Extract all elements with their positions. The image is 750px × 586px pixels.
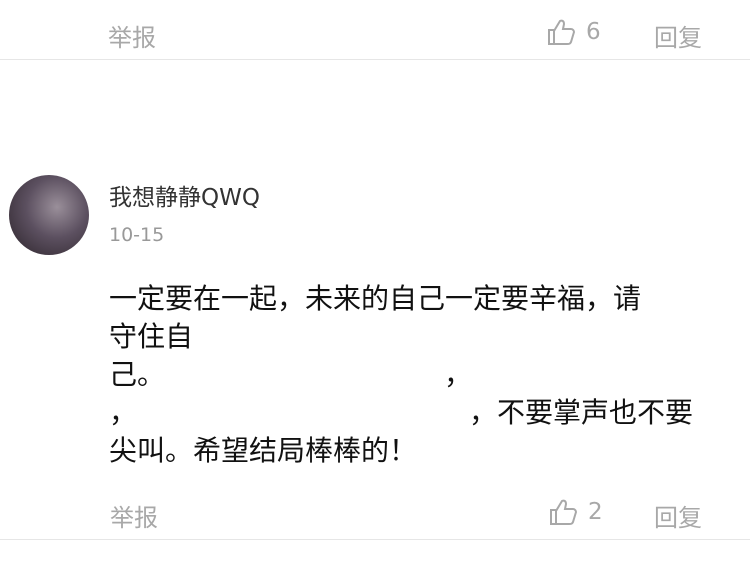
- reply-button[interactable]: 回复: [654, 498, 702, 533]
- comment-line: 守住自: [109, 320, 194, 353]
- reply-button[interactable]: 回复: [654, 18, 702, 53]
- comment-line: ， ，不要掌声也不要: [109, 394, 729, 432]
- report-button[interactable]: 举报: [108, 18, 156, 53]
- comment-fragment: ，: [109, 396, 138, 429]
- comment-fragment: 己。: [109, 358, 166, 391]
- comment-line: 尖叫。希望结局棒棒的！: [109, 434, 418, 467]
- avatar[interactable]: [9, 175, 89, 255]
- divider: [0, 59, 750, 60]
- top-comment-actions: 举报 6 回复: [0, 14, 750, 53]
- comment-text: 一定要在一起，未来的自己一定要辛福，请 守住自 己。 ， ， ，不要掌声也不要 …: [109, 280, 729, 470]
- comment-line: 己。 ，: [109, 356, 729, 394]
- comment-date: 10-15: [109, 224, 165, 246]
- like-button[interactable]: 6: [546, 14, 601, 50]
- like-button[interactable]: 2: [548, 494, 603, 530]
- comment-actions: 举报 2 回复: [0, 494, 750, 533]
- divider: [0, 539, 750, 540]
- thumbs-up-icon: [550, 499, 578, 525]
- like-count: 2: [588, 499, 603, 525]
- comment-fragment: ，: [444, 358, 473, 391]
- like-count: 6: [586, 19, 601, 45]
- comment-fragment: ，不要掌声也不要: [469, 396, 694, 429]
- username[interactable]: 我想静静QWQ: [109, 178, 260, 212]
- report-button[interactable]: 举报: [110, 498, 158, 533]
- thumbs-up-icon: [548, 19, 576, 45]
- comment-line: 一定要在一起，未来的自己一定要辛福，请: [109, 282, 642, 315]
